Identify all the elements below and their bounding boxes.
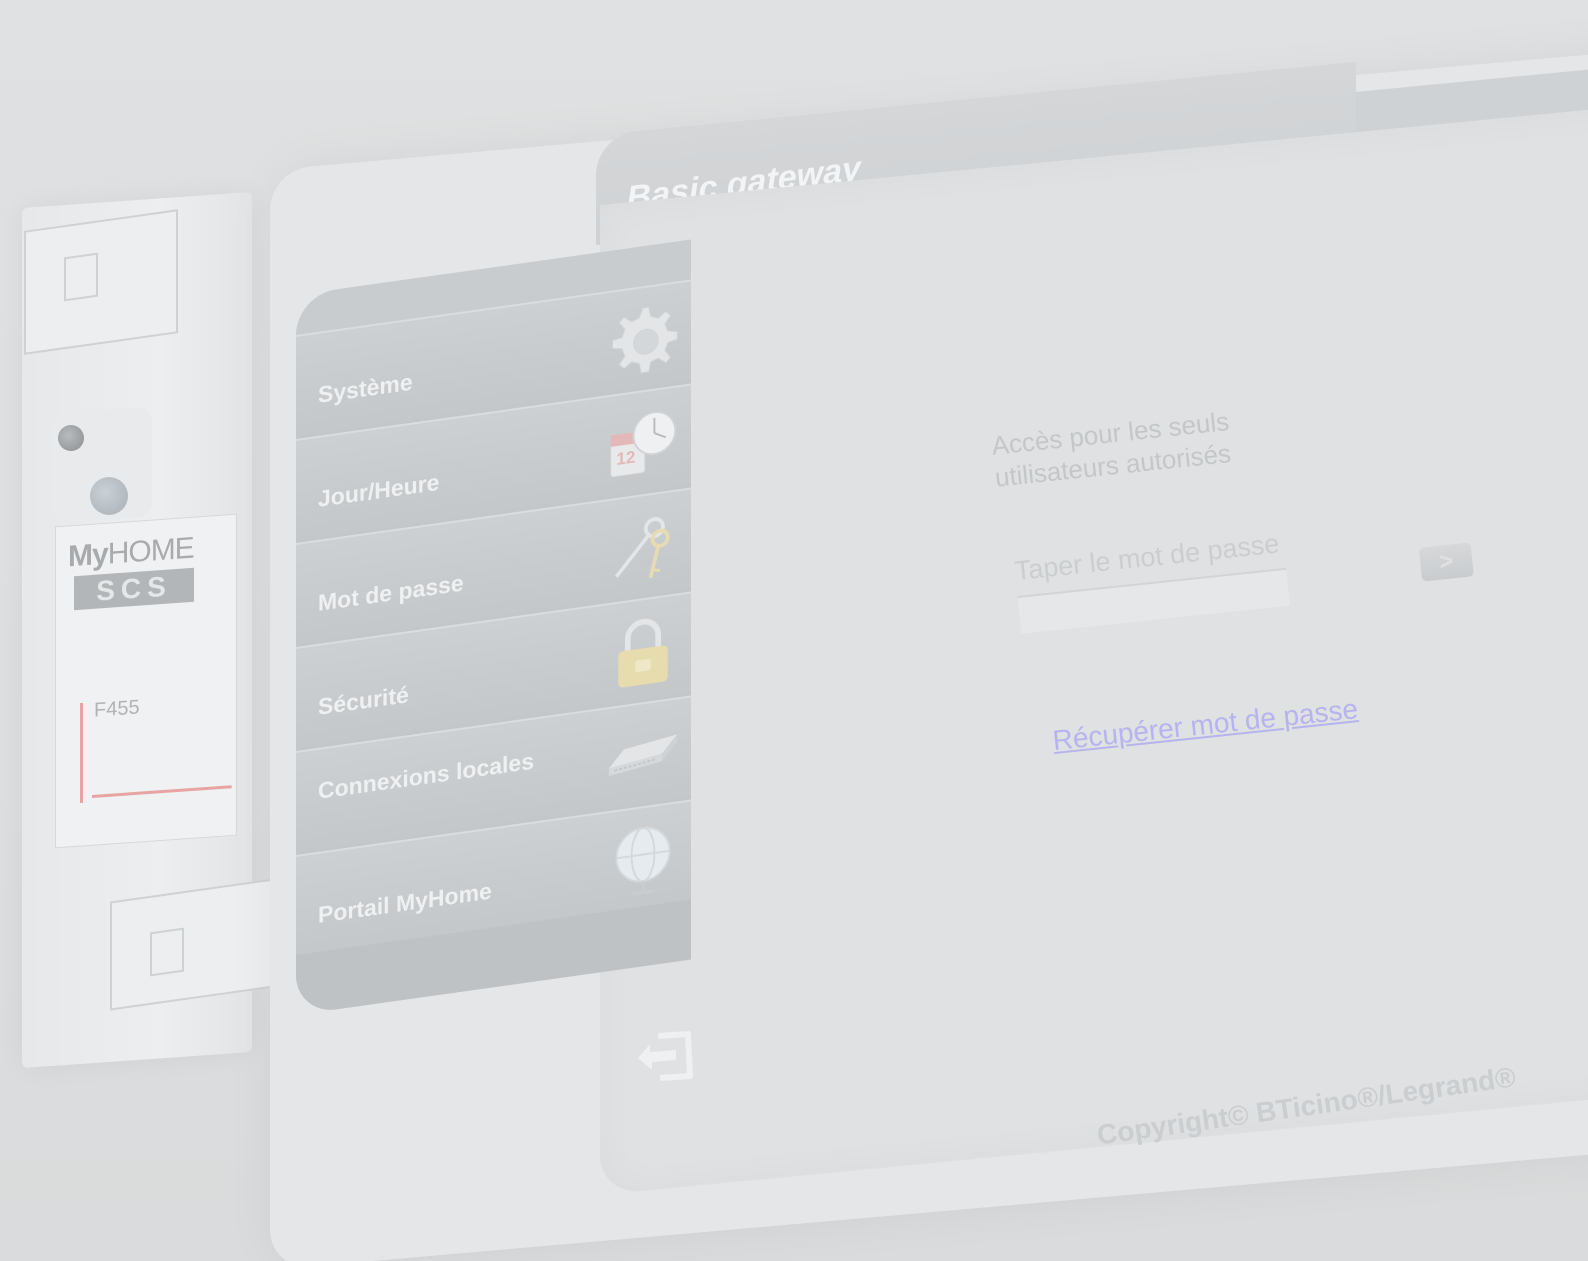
screen: MyHOME SCS F455 Basic gateway Système Jo… bbox=[0, 0, 1588, 1261]
content-area bbox=[600, 103, 1588, 1196]
sidebar-item-label: Jour/Heure bbox=[318, 468, 440, 512]
sidebar-item-label: Sécurité bbox=[318, 681, 409, 720]
din-clip-top bbox=[24, 209, 178, 355]
brand-home: HOME bbox=[107, 531, 194, 571]
network-switch-icon bbox=[608, 734, 678, 777]
sidebar-item-label: Système bbox=[318, 368, 413, 408]
calendar-clock-icon: 12 bbox=[610, 411, 677, 478]
din-clip-bottom-slot bbox=[150, 927, 184, 977]
sidebar-item-label: Connexions locales bbox=[318, 747, 535, 804]
status-led-dark bbox=[58, 425, 84, 451]
gear-icon bbox=[612, 306, 678, 374]
sidebar-item-label: Mot de passe bbox=[318, 569, 464, 616]
din-clip-bottom bbox=[110, 878, 274, 1011]
device-module: MyHOME SCS F455 bbox=[0, 0, 300, 1261]
sidebar-nav: Système Jour/Heure 12 Mot de passe Sécur… bbox=[296, 199, 691, 1035]
padlock-icon bbox=[618, 618, 668, 688]
device-model: F455 bbox=[94, 696, 140, 722]
logout-icon[interactable] bbox=[636, 1030, 696, 1082]
submit-button[interactable]: > bbox=[1418, 542, 1474, 582]
din-clip-top-slot bbox=[64, 252, 98, 302]
status-led-blue bbox=[90, 477, 128, 515]
keys-icon bbox=[614, 517, 670, 578]
globe-icon bbox=[615, 826, 671, 896]
brand-my: My bbox=[68, 537, 108, 574]
svg-text:12: 12 bbox=[616, 446, 635, 469]
sidebar-item-label: Portail MyHome bbox=[318, 877, 492, 928]
accent-line-vertical bbox=[80, 703, 83, 803]
